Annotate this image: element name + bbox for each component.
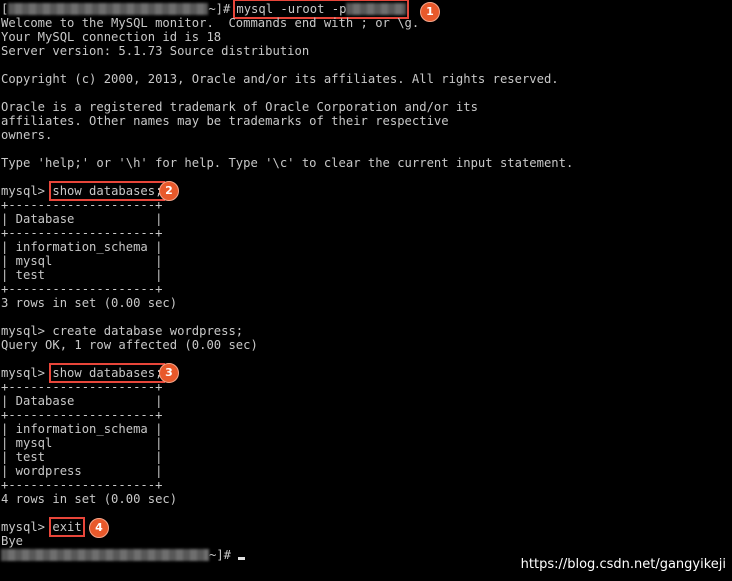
step-badge-1: 1 bbox=[420, 2, 440, 22]
mysql-command-line-show1: mysql> show databases; bbox=[1, 181, 166, 201]
table-header: | Database | bbox=[1, 394, 163, 408]
query-ok-text: Query OK, 1 row affected (0.00 sec) bbox=[1, 338, 258, 352]
mysql-prompt: mysql> bbox=[1, 366, 46, 380]
table-row: | information_schema | bbox=[1, 422, 163, 436]
table-border: +--------------------+ bbox=[1, 478, 163, 492]
table-border: +--------------------+ bbox=[1, 226, 163, 240]
redacted-password bbox=[346, 3, 407, 15]
mysql-prompt: mysql> bbox=[1, 324, 46, 338]
create-database-command: create database wordpress; bbox=[52, 324, 244, 338]
mysql-prompt: mysql> bbox=[1, 520, 46, 534]
connection-id-text: Your MySQL connection id is 18 bbox=[1, 30, 222, 44]
server-version-text: Server version: 5.1.73 Source distributi… bbox=[1, 44, 310, 58]
help-text: Type 'help;' or '\h' for help. Type '\c'… bbox=[1, 156, 574, 170]
table-row: | mysql | bbox=[1, 254, 163, 268]
redacted-hostname bbox=[1, 549, 209, 561]
table-row: | information_schema | bbox=[1, 240, 163, 254]
mysql-command-line-show2: mysql> show databases; bbox=[1, 363, 166, 383]
table-row: | test | bbox=[1, 450, 163, 464]
step-badge-4: 4 bbox=[89, 518, 109, 538]
table-border: +--------------------+ bbox=[1, 408, 163, 422]
mysql-prompt: mysql> bbox=[1, 184, 46, 198]
exit-command-highlight: exit bbox=[49, 517, 85, 537]
welcome-text: Welcome to the MySQL monitor. Commands e… bbox=[1, 16, 420, 30]
terminal-window[interactable]: [~]# mysql -uroot -p 1 Welcome to the MyS… bbox=[0, 0, 732, 581]
table-border: +--------------------+ bbox=[1, 380, 163, 394]
show-databases-command-highlight: show databases; bbox=[49, 363, 166, 383]
shell-prompt-line: [~]# mysql -uroot -p bbox=[1, 0, 410, 19]
trademark-text-3: owners. bbox=[1, 128, 53, 142]
login-command-highlight: mysql -uroot -p bbox=[233, 0, 410, 19]
row-count-text: 3 rows in set (0.00 sec) bbox=[1, 296, 178, 310]
trademark-text-2: affiliates. Other names may be trademark… bbox=[1, 114, 449, 128]
copyright-text: Copyright (c) 2000, 2013, Oracle and/or … bbox=[1, 72, 559, 86]
table-header: | Database | bbox=[1, 212, 163, 226]
trademark-text-1: Oracle is a registered trademark of Orac… bbox=[1, 100, 478, 114]
final-shell-prompt[interactable]: ~]# bbox=[1, 548, 246, 562]
redacted-hostname bbox=[8, 3, 209, 15]
text-cursor bbox=[238, 557, 246, 560]
show-databases-command-highlight: show databases; bbox=[49, 181, 166, 201]
table-border: +--------------------+ bbox=[1, 198, 163, 212]
table-row: | mysql | bbox=[1, 436, 163, 450]
row-count-text: 4 rows in set (0.00 sec) bbox=[1, 492, 178, 506]
bye-text: Bye bbox=[1, 534, 24, 548]
mysql-command-line-create: mysql> create database wordpress; bbox=[1, 324, 243, 338]
mysql-command-line-exit: mysql> exit bbox=[1, 517, 85, 537]
table-border: +--------------------+ bbox=[1, 282, 163, 296]
table-row: | test | bbox=[1, 268, 163, 282]
table-row: | wordpress | bbox=[1, 464, 163, 478]
watermark: https://blog.csdn.net/gangyikeji bbox=[520, 557, 726, 572]
